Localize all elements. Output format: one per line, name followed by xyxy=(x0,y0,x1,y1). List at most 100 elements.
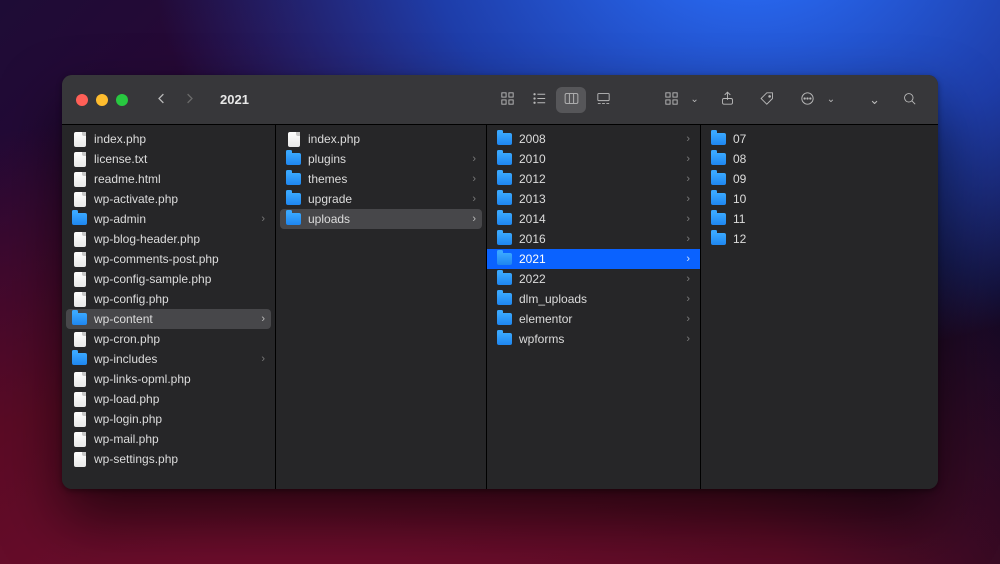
list-item[interactable]: dlm_uploads› xyxy=(487,289,700,309)
list-item[interactable]: elementor› xyxy=(487,309,700,329)
folder-icon xyxy=(497,192,512,207)
list-item[interactable]: 09 xyxy=(701,169,938,189)
chevron-right-icon: › xyxy=(686,333,690,345)
list-item[interactable]: upgrade› xyxy=(276,189,486,209)
finder-window: 2021 ⌄ xyxy=(62,75,938,489)
forward-button[interactable] xyxy=(176,88,202,112)
tags-button[interactable] xyxy=(753,87,783,113)
list-item[interactable]: license.txt xyxy=(62,149,275,169)
list-item[interactable]: wp-includes› xyxy=(62,349,275,369)
group-button[interactable] xyxy=(656,87,686,113)
file-icon xyxy=(72,292,87,307)
list-item[interactable]: 07 xyxy=(701,129,938,149)
list-item[interactable]: wp-content› xyxy=(66,309,271,329)
list-item[interactable]: wp-load.php xyxy=(62,389,275,409)
item-label: 09 xyxy=(733,172,928,186)
folder-icon xyxy=(286,192,301,207)
folder-icon xyxy=(497,252,512,267)
list-item[interactable]: index.php xyxy=(62,129,275,149)
list-item[interactable]: 2012› xyxy=(487,169,700,189)
list-item[interactable]: wp-comments-post.php xyxy=(62,249,275,269)
list-item[interactable]: wp-links-opml.php xyxy=(62,369,275,389)
list-item[interactable]: themes› xyxy=(276,169,486,189)
gallery-view-button[interactable] xyxy=(588,87,618,113)
list-item[interactable]: plugins› xyxy=(276,149,486,169)
list-item[interactable]: readme.html xyxy=(62,169,275,189)
column[interactable]: index.phplicense.txtreadme.htmlwp-activa… xyxy=(62,125,276,489)
list-item[interactable]: wp-login.php xyxy=(62,409,275,429)
item-label: 12 xyxy=(733,232,928,246)
column[interactable]: 2008›2010›2012›2013›2014›2016›2021›2022›… xyxy=(487,125,701,489)
item-label: wp-config.php xyxy=(94,292,265,306)
list-item[interactable]: 2010› xyxy=(487,149,700,169)
folder-icon xyxy=(497,312,512,327)
ellipsis-circle-icon xyxy=(799,90,816,110)
chevron-down-icon: ⌄ xyxy=(690,94,698,105)
list-item[interactable]: 2022› xyxy=(487,269,700,289)
list-item[interactable]: 11 xyxy=(701,209,938,229)
group-icon xyxy=(663,90,680,110)
list-item[interactable]: wpforms› xyxy=(487,329,700,349)
folder-icon xyxy=(497,132,512,147)
file-icon xyxy=(72,192,87,207)
folder-icon xyxy=(497,232,512,247)
item-label: wp-cron.php xyxy=(94,332,265,346)
file-icon xyxy=(72,172,87,187)
list-item[interactable]: 08 xyxy=(701,149,938,169)
list-item[interactable]: uploads› xyxy=(280,209,482,229)
folder-icon xyxy=(286,152,301,167)
chevron-down-icon[interactable]: ⌄ xyxy=(869,92,880,108)
columns-icon xyxy=(563,90,580,110)
list-view-button[interactable] xyxy=(524,87,554,113)
item-label: wp-login.php xyxy=(94,412,265,426)
list-item[interactable]: wp-cron.php xyxy=(62,329,275,349)
chevron-right-icon: › xyxy=(686,153,690,165)
share-button[interactable] xyxy=(713,87,743,113)
item-label: uploads xyxy=(308,212,465,226)
chevron-right-icon: › xyxy=(686,213,690,225)
item-label: themes xyxy=(308,172,465,186)
item-label: 11 xyxy=(733,212,928,226)
column-browser: index.phplicense.txtreadme.htmlwp-activa… xyxy=(62,125,938,489)
folder-icon xyxy=(711,212,726,227)
list-item[interactable]: 2013› xyxy=(487,189,700,209)
item-label: wp-settings.php xyxy=(94,452,265,466)
close-icon[interactable] xyxy=(76,94,88,106)
list-item[interactable]: wp-activate.php xyxy=(62,189,275,209)
list-item[interactable]: 2014› xyxy=(487,209,700,229)
file-icon xyxy=(72,452,87,467)
folder-icon xyxy=(711,152,726,167)
list-item[interactable]: 12 xyxy=(701,229,938,249)
titlebar: 2021 ⌄ xyxy=(62,75,938,125)
chevron-right-icon: › xyxy=(686,133,690,145)
file-icon xyxy=(72,272,87,287)
list-item[interactable]: wp-mail.php xyxy=(62,429,275,449)
list-item[interactable]: index.php xyxy=(276,129,486,149)
list-item[interactable]: 2008› xyxy=(487,129,700,149)
folder-icon xyxy=(497,332,512,347)
list-item[interactable]: wp-config.php xyxy=(62,289,275,309)
item-label: 08 xyxy=(733,152,928,166)
list-item[interactable]: 2016› xyxy=(487,229,700,249)
folder-icon xyxy=(72,352,87,367)
minimize-icon[interactable] xyxy=(96,94,108,106)
chevron-right-icon: › xyxy=(686,173,690,185)
list-item[interactable]: wp-blog-header.php xyxy=(62,229,275,249)
item-label: 2022 xyxy=(519,272,679,286)
icon-view-button[interactable] xyxy=(492,87,522,113)
chevron-right-icon: › xyxy=(686,293,690,305)
list-item[interactable]: wp-config-sample.php xyxy=(62,269,275,289)
back-button[interactable] xyxy=(148,88,174,112)
list-item[interactable]: 10 xyxy=(701,189,938,209)
file-icon xyxy=(72,252,87,267)
zoom-icon[interactable] xyxy=(116,94,128,106)
search-button[interactable] xyxy=(894,87,924,113)
list-item[interactable]: 2021› xyxy=(487,249,700,269)
column-view-button[interactable] xyxy=(556,87,586,113)
item-label: wp-admin xyxy=(94,212,254,226)
list-item[interactable]: wp-settings.php xyxy=(62,449,275,469)
column[interactable]: 07 08 09 10 11 12 xyxy=(701,125,938,489)
column[interactable]: index.phpplugins›themes›upgrade›uploads› xyxy=(276,125,487,489)
actions-button[interactable] xyxy=(793,87,823,113)
list-item[interactable]: wp-admin› xyxy=(62,209,275,229)
